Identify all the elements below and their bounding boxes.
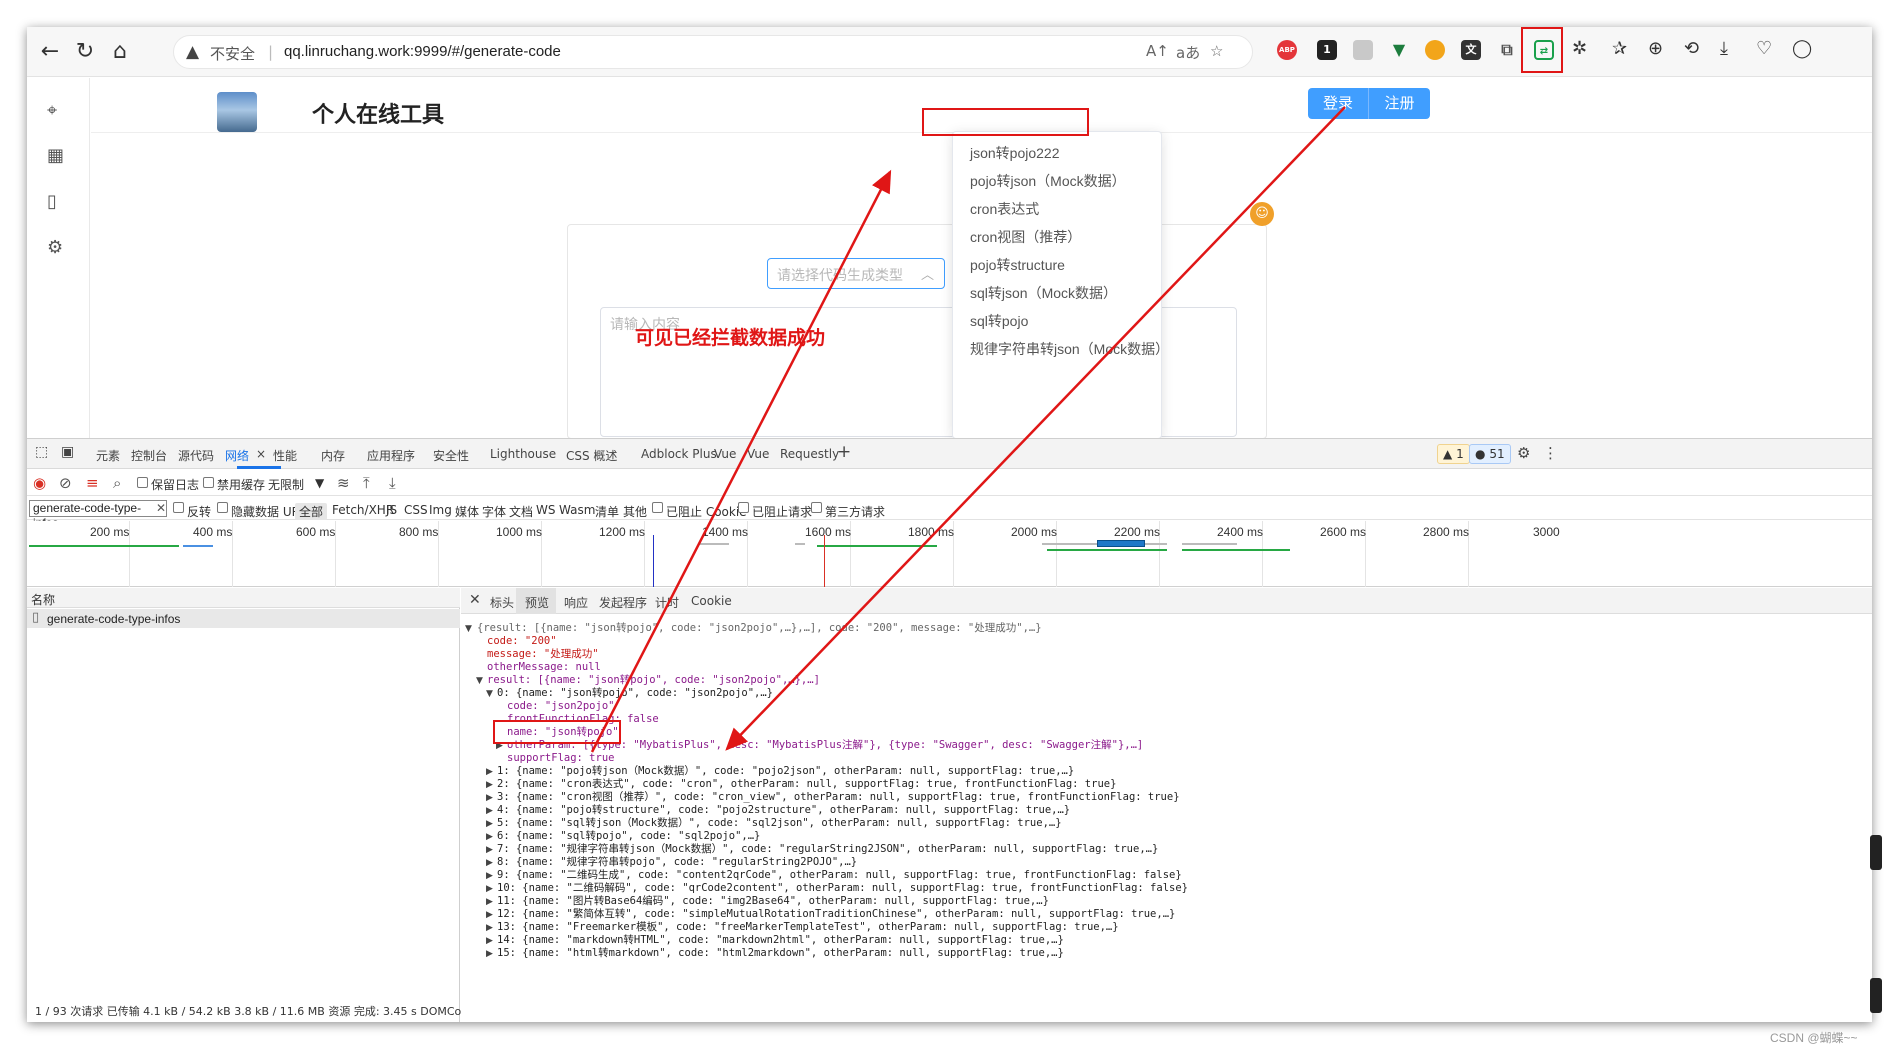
annotation-arrow xyxy=(590,169,892,753)
side-panel-handle[interactable] xyxy=(1870,835,1882,870)
side-panel-handle-bottom[interactable] xyxy=(1870,978,1882,1013)
annotation-arrows xyxy=(590,106,1346,753)
watermark: CSDN @蝴蝶~~ xyxy=(1770,1031,1858,1045)
browser-window: ← ↻ ⌂ ▲ 不安全 | qq.linruchang.work:9999/#/… xyxy=(27,27,1872,1022)
annotation-arrow xyxy=(725,106,1346,751)
